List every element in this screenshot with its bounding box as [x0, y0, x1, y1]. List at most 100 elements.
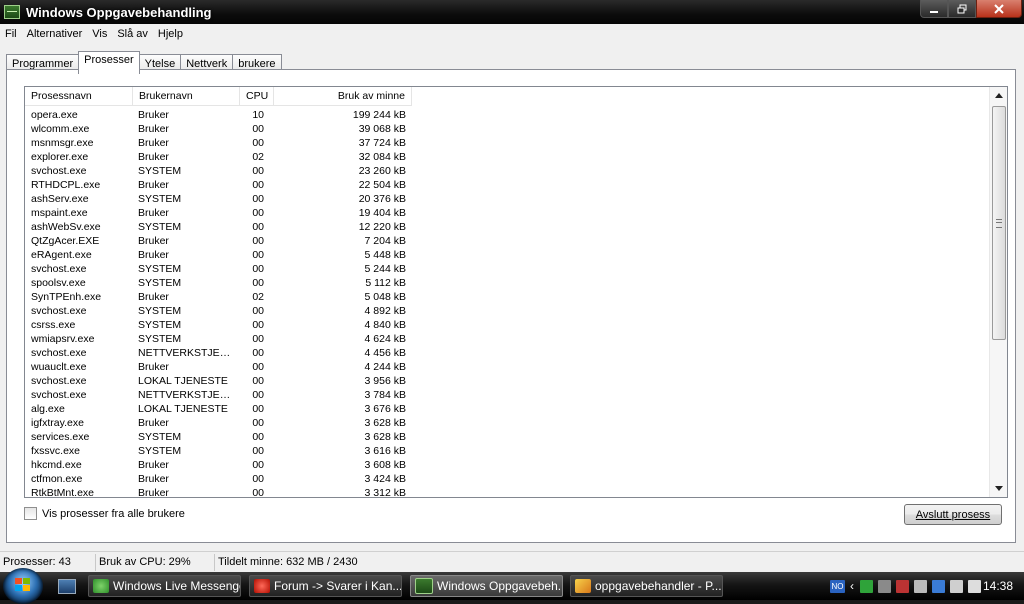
table-row[interactable]: services.exe SYSTEM 00 3 628 kB — [25, 430, 412, 444]
end-process-button[interactable]: Avslutt prosess — [904, 504, 1002, 525]
table-row[interactable]: spoolsv.exe SYSTEM 00 5 112 kB — [25, 276, 412, 290]
table-row[interactable]: igfxtray.exe Bruker 00 3 628 kB — [25, 416, 412, 430]
end-process-label: Avslutt prosess — [915, 508, 991, 521]
show-all-users-checkbox[interactable] — [24, 507, 37, 520]
process-name-cell: fxssvc.exe — [31, 445, 81, 457]
table-row[interactable]: explorer.exe Bruker 02 32 084 kB — [25, 150, 412, 164]
table-row[interactable]: wmiapsrv.exe SYSTEM 00 4 624 kB — [25, 332, 412, 346]
user-name-cell: SYSTEM — [138, 305, 182, 317]
taskbar-item-label: oppgavebehandler - P... — [595, 579, 722, 593]
taskbar-item-paint[interactable]: oppgavebehandler - P... — [570, 575, 723, 597]
bluetooth-icon[interactable] — [932, 579, 945, 593]
scroll-up-button[interactable] — [990, 87, 1007, 104]
table-row[interactable]: wlcomm.exe Bruker 00 39 068 kB — [25, 122, 412, 136]
taskbar-item-messenger[interactable]: Windows Live Messenger — [88, 575, 241, 597]
user-name-cell: Bruker — [138, 137, 169, 149]
menu-view[interactable]: Vis — [87, 28, 112, 40]
opera-icon — [254, 579, 270, 593]
table-row[interactable]: SynTPEnh.exe Bruker 02 5 048 kB — [25, 290, 412, 304]
tab-processes[interactable]: Prosesser — [78, 51, 140, 74]
menu-help[interactable]: Hjelp — [153, 28, 188, 40]
table-row[interactable]: opera.exe Bruker 10 199 244 kB — [25, 108, 412, 122]
user-name-cell: Bruker — [138, 487, 169, 498]
scroll-down-button[interactable] — [990, 480, 1007, 497]
minimize-button[interactable] — [920, 0, 948, 18]
table-row[interactable]: ashWebSv.exe SYSTEM 00 12 220 kB — [25, 220, 412, 234]
table-row[interactable]: ashServ.exe SYSTEM 00 20 376 kB — [25, 192, 412, 206]
clock[interactable]: 14:38 — [983, 572, 1013, 600]
memory-cell: 3 628 kB — [364, 431, 406, 443]
table-row[interactable]: svchost.exe NETTVERKSTJEN... 00 4 456 kB — [25, 346, 412, 360]
table-row[interactable]: svchost.exe LOKAL TJENESTE 00 3 956 kB — [25, 374, 412, 388]
minimize-icon — [930, 10, 938, 13]
table-row[interactable]: RTHDCPL.exe Bruker 00 22 504 kB — [25, 178, 412, 192]
memory-cell: 12 220 kB — [358, 221, 406, 233]
table-row[interactable]: svchost.exe SYSTEM 00 4 892 kB — [25, 304, 412, 318]
scroll-thumb[interactable] — [992, 106, 1006, 340]
memory-cell: 4 456 kB — [364, 347, 406, 359]
table-row[interactable]: mspaint.exe Bruker 00 19 404 kB — [25, 206, 412, 220]
menu-options[interactable]: Alternativer — [22, 28, 88, 40]
menu-bar: Fil Alternativer Vis Slå av Hjelp — [0, 24, 1024, 43]
table-row[interactable]: RtkBtMnt.exe Bruker 00 3 312 kB — [25, 486, 412, 498]
network-icon[interactable] — [860, 579, 873, 593]
restore-button[interactable] — [948, 0, 976, 18]
table-row[interactable]: svchost.exe SYSTEM 00 23 260 kB — [25, 164, 412, 178]
column-header-memory[interactable]: Bruk av minne — [274, 87, 412, 105]
close-button[interactable] — [976, 0, 1022, 18]
process-name-cell: csrss.exe — [31, 319, 76, 331]
chevron-left-icon[interactable]: ‹ — [850, 579, 854, 593]
cpu-cell: 00 — [252, 347, 264, 359]
cpu-cell: 00 — [252, 319, 264, 331]
antivirus-icon[interactable] — [896, 579, 909, 593]
show-all-users-option[interactable]: Vis prosesser fra alle brukere — [24, 507, 185, 520]
cpu-cell: 00 — [252, 431, 264, 443]
taskbar-item-task-manager[interactable]: Windows Oppgavebeh... — [410, 575, 563, 597]
start-button[interactable] — [3, 568, 43, 604]
process-name-cell: ashServ.exe — [31, 193, 89, 205]
table-row[interactable]: alg.exe LOKAL TJENESTE 00 3 676 kB — [25, 402, 412, 416]
table-row[interactable]: QtZgAcer.EXE Bruker 00 7 204 kB — [25, 234, 412, 248]
process-name-cell: svchost.exe — [31, 305, 87, 317]
column-header-name[interactable]: Prosessnavn — [25, 87, 133, 105]
power-icon[interactable] — [968, 579, 981, 593]
memory-cell: 3 628 kB — [364, 417, 406, 429]
menu-file[interactable]: Fil — [0, 28, 22, 40]
monitor-icon[interactable] — [914, 579, 927, 593]
table-row[interactable]: csrss.exe SYSTEM 00 4 840 kB — [25, 318, 412, 332]
processes-panel: Prosessnavn Brukernavn CPU Bruk av minne… — [6, 69, 1016, 543]
cpu-cell: 00 — [252, 263, 264, 275]
user-name-cell: LOKAL TJENESTE — [138, 403, 228, 415]
memory-cell: 3 312 kB — [364, 487, 406, 498]
volume-icon[interactable] — [950, 579, 963, 593]
table-row[interactable]: fxssvc.exe SYSTEM 00 3 616 kB — [25, 444, 412, 458]
cpu-cell: 00 — [252, 123, 264, 135]
memory-cell: 37 724 kB — [358, 137, 406, 149]
table-row[interactable]: ctfmon.exe Bruker 00 3 424 kB — [25, 472, 412, 486]
column-header-user[interactable]: Brukernavn — [133, 87, 240, 105]
vertical-scrollbar[interactable] — [989, 87, 1007, 497]
process-name-cell: hkcmd.exe — [31, 459, 82, 471]
show-desktop-icon[interactable] — [58, 579, 76, 594]
signal-icon[interactable] — [878, 579, 891, 593]
menu-shutdown[interactable]: Slå av — [112, 28, 153, 40]
table-row[interactable]: wuauclt.exe Bruker 00 4 244 kB — [25, 360, 412, 374]
title-bar: Windows Oppgavebehandling — [0, 0, 1024, 24]
cpu-cell: 00 — [252, 473, 264, 485]
memory-cell: 3 424 kB — [364, 473, 406, 485]
user-name-cell: Bruker — [138, 291, 169, 303]
table-row[interactable]: msnmsgr.exe Bruker 00 37 724 kB — [25, 136, 412, 150]
process-list[interactable]: Prosessnavn Brukernavn CPU Bruk av minne… — [24, 86, 1008, 498]
table-row[interactable]: svchost.exe NETTVERKSTJEN... 00 3 784 kB — [25, 388, 412, 402]
user-name-cell: SYSTEM — [138, 431, 182, 443]
memory-cell: 19 404 kB — [358, 207, 406, 219]
language-indicator[interactable]: NO — [830, 579, 845, 593]
table-row[interactable]: hkcmd.exe Bruker 00 3 608 kB — [25, 458, 412, 472]
column-header-cpu[interactable]: CPU — [240, 87, 274, 105]
process-name-cell: eRAgent.exe — [31, 249, 92, 261]
process-name-cell: svchost.exe — [31, 165, 87, 177]
taskbar-item-opera[interactable]: Forum -> Svarer i Kan... — [249, 575, 402, 597]
table-row[interactable]: eRAgent.exe Bruker 00 5 448 kB — [25, 248, 412, 262]
memory-cell: 5 048 kB — [364, 291, 406, 303]
table-row[interactable]: svchost.exe SYSTEM 00 5 244 kB — [25, 262, 412, 276]
